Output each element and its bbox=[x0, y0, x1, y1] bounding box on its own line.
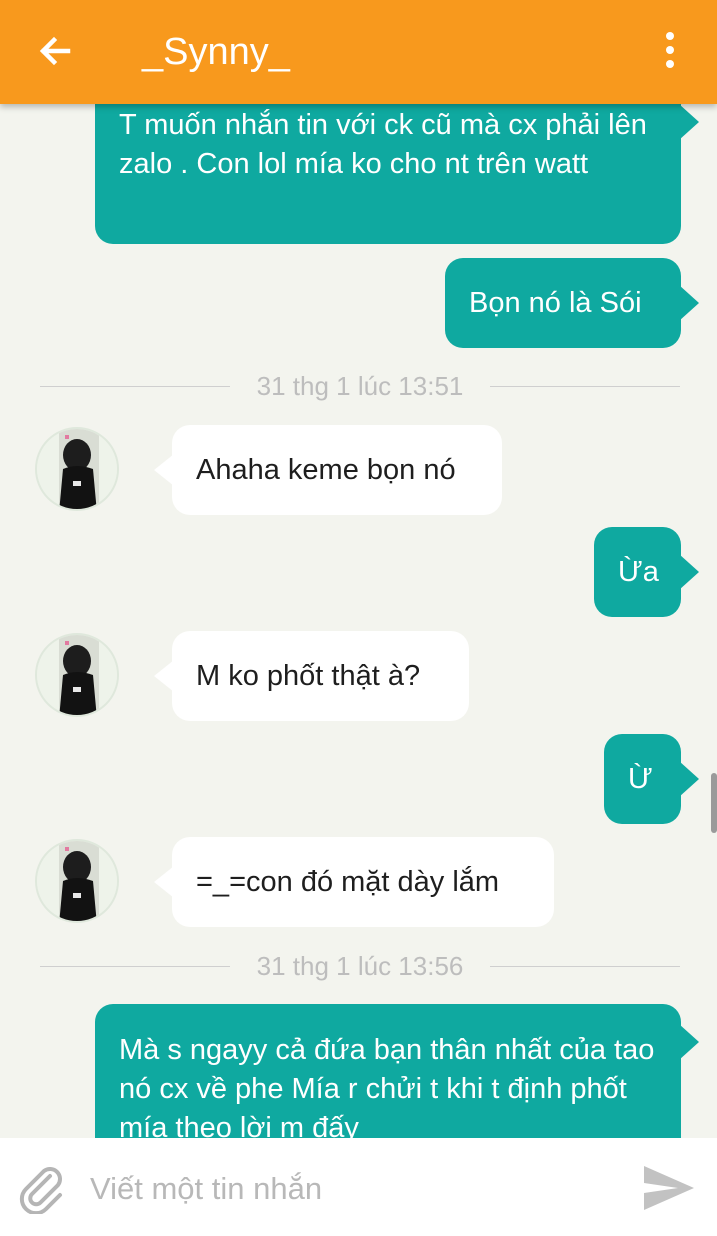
timestamp-divider: 31 thg 1 lúc 13:51 bbox=[40, 366, 680, 406]
avatar-photo bbox=[37, 841, 117, 921]
message-text: Ừ bbox=[628, 763, 653, 795]
page-title[interactable]: _Synny_ bbox=[142, 28, 290, 76]
back-button[interactable] bbox=[30, 26, 80, 76]
more-options-button[interactable] bbox=[650, 26, 690, 78]
more-vert-icon bbox=[666, 32, 674, 68]
incoming-message[interactable]: =_=con đó mặt dày lắm bbox=[154, 837, 554, 927]
message-text: M ko phốt thật à? bbox=[196, 660, 421, 692]
avatar-photo bbox=[37, 635, 117, 715]
outgoing-message[interactable]: Ừa bbox=[594, 527, 699, 617]
scrollbar[interactable] bbox=[711, 773, 717, 833]
message-text: T muốn nhắn tin với ck cũ mà cx phải lên… bbox=[119, 109, 647, 180]
attach-button[interactable] bbox=[16, 1162, 68, 1216]
send-icon bbox=[644, 1166, 694, 1210]
message-composer bbox=[0, 1138, 717, 1236]
timestamp-label: 31 thg 1 lúc 13:56 bbox=[256, 951, 464, 981]
message-list[interactable]: T muốn nhắn tin với ck cũ mà cx phải lên… bbox=[0, 0, 717, 1138]
message-text: Ừa bbox=[618, 556, 659, 588]
incoming-message[interactable]: M ko phốt thật à? bbox=[154, 631, 469, 721]
outgoing-message[interactable]: Ừ bbox=[604, 734, 699, 824]
outgoing-message[interactable]: Bọn nó là Sói bbox=[445, 258, 699, 348]
app-bar: _Synny_ bbox=[0, 0, 717, 104]
avatar[interactable] bbox=[35, 839, 119, 923]
message-text: Ahaha keme bọn nó bbox=[196, 454, 456, 486]
message-text: Bọn nó là Sói bbox=[469, 287, 642, 319]
outgoing-message[interactable]: Mà s ngayy cả đứa bạn thân nhất của tao … bbox=[95, 1004, 699, 1138]
avatar[interactable] bbox=[35, 633, 119, 717]
send-button[interactable] bbox=[640, 1160, 698, 1216]
timestamp-divider: 31 thg 1 lúc 13:56 bbox=[40, 946, 680, 986]
arrow-back-icon bbox=[39, 36, 71, 66]
avatar[interactable] bbox=[35, 427, 119, 511]
incoming-message[interactable]: Ahaha keme bọn nó bbox=[154, 425, 502, 515]
avatar-photo bbox=[37, 429, 117, 509]
message-input[interactable] bbox=[88, 1160, 632, 1218]
paperclip-icon bbox=[19, 1167, 62, 1216]
message-text: Mà s ngayy cả đứa bạn thân nhất của tao … bbox=[119, 1034, 655, 1138]
timestamp-label: 31 thg 1 lúc 13:51 bbox=[256, 371, 464, 401]
outgoing-message[interactable]: T muốn nhắn tin với ck cũ mà cx phải lên… bbox=[95, 84, 699, 244]
message-text: =_=con đó mặt dày lắm bbox=[196, 866, 500, 898]
